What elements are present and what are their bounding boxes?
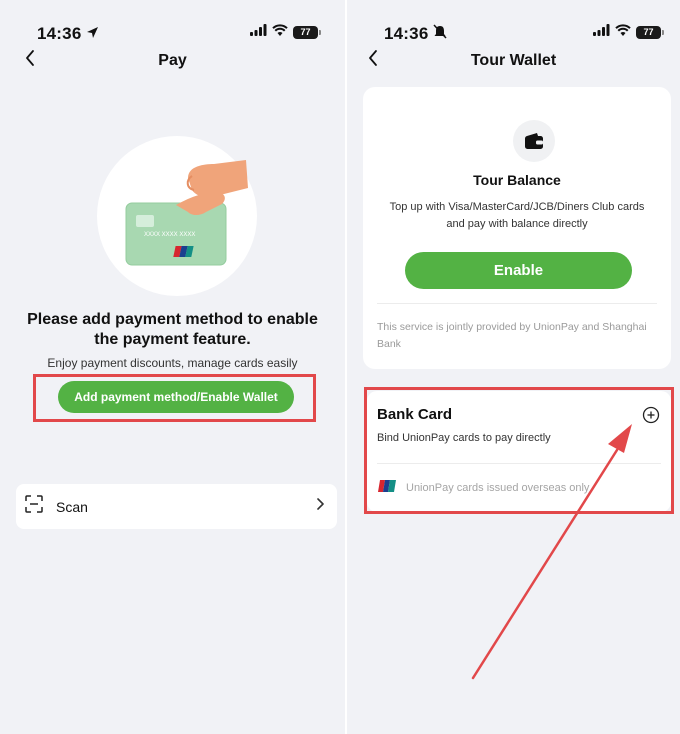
signal-icon xyxy=(593,23,610,41)
wifi-icon xyxy=(615,23,631,41)
card-number: XXXX XXXX XXXX xyxy=(144,232,195,238)
subline-text: Enjoy payment discounts, manage cards ea… xyxy=(47,356,298,370)
payment-card-illustration: XXXX XXXX XXXX xyxy=(96,136,258,296)
tour-wallet-screen: 14:36 77 Tour Wallet Tour Balance Top up… xyxy=(347,0,680,734)
add-payment-method-button[interactable]: Add payment method/Enable Wallet xyxy=(58,381,294,413)
bell-muted-icon xyxy=(433,24,447,44)
page-title: Tour Wallet xyxy=(470,52,557,69)
status-icons: 77 xyxy=(250,23,321,41)
battery-icon: 77 xyxy=(636,25,664,39)
back-chevron-icon xyxy=(24,49,36,72)
signal-icon xyxy=(250,23,267,41)
bank-card-title: Bank Card xyxy=(377,406,453,423)
divider xyxy=(377,463,661,464)
unionpay-logo-icon xyxy=(378,479,396,497)
nav-bar: Pay xyxy=(0,44,345,80)
divider xyxy=(377,303,657,304)
scan-row[interactable]: Scan xyxy=(16,484,337,529)
back-chevron-icon xyxy=(367,49,379,72)
add-bank-card-button[interactable] xyxy=(642,406,660,424)
service-note: This service is jointly provided by Unio… xyxy=(377,321,647,350)
battery-icon: 77 xyxy=(293,25,321,39)
bank-card-description: Bind UnionPay cards to pay directly xyxy=(377,432,551,444)
unionpay-overseas-item[interactable]: UnionPay cards issued overseas only xyxy=(378,479,589,497)
tour-balance-description: Top up with Visa/MasterCard/JCB/Diners C… xyxy=(389,201,645,230)
pay-screen: 14:36 77 Pay XXXX XXXX XXXX Please add p… xyxy=(0,0,345,734)
scan-icon xyxy=(24,494,44,519)
wallet-icon xyxy=(513,120,555,162)
back-button[interactable] xyxy=(18,48,42,72)
nav-bar: Tour Wallet xyxy=(347,44,680,80)
status-icons: 77 xyxy=(593,23,664,41)
status-time: 14:36 xyxy=(384,24,429,43)
status-bar: 14:36 77 xyxy=(0,0,345,44)
chevron-right-icon xyxy=(315,497,325,516)
location-arrow-icon xyxy=(86,26,99,44)
tour-balance-title: Tour Balance xyxy=(473,172,561,188)
status-bar: 14:36 77 xyxy=(347,0,680,44)
page-title: Pay xyxy=(158,52,187,69)
status-time: 14:36 xyxy=(37,24,82,43)
headline-text: Please add payment method to enable the … xyxy=(27,311,318,348)
enable-button[interactable]: Enable xyxy=(405,252,632,289)
scan-label: Scan xyxy=(56,498,88,515)
tour-balance-card: Tour Balance Top up with Visa/MasterCard… xyxy=(363,87,671,369)
unionpay-item-label: UnionPay cards issued overseas only xyxy=(406,482,590,494)
wifi-icon xyxy=(272,23,288,41)
bank-card-section: Bank Card Bind UnionPay cards to pay dir… xyxy=(367,391,671,512)
add-circle-icon xyxy=(642,406,660,428)
back-button[interactable] xyxy=(361,48,385,72)
